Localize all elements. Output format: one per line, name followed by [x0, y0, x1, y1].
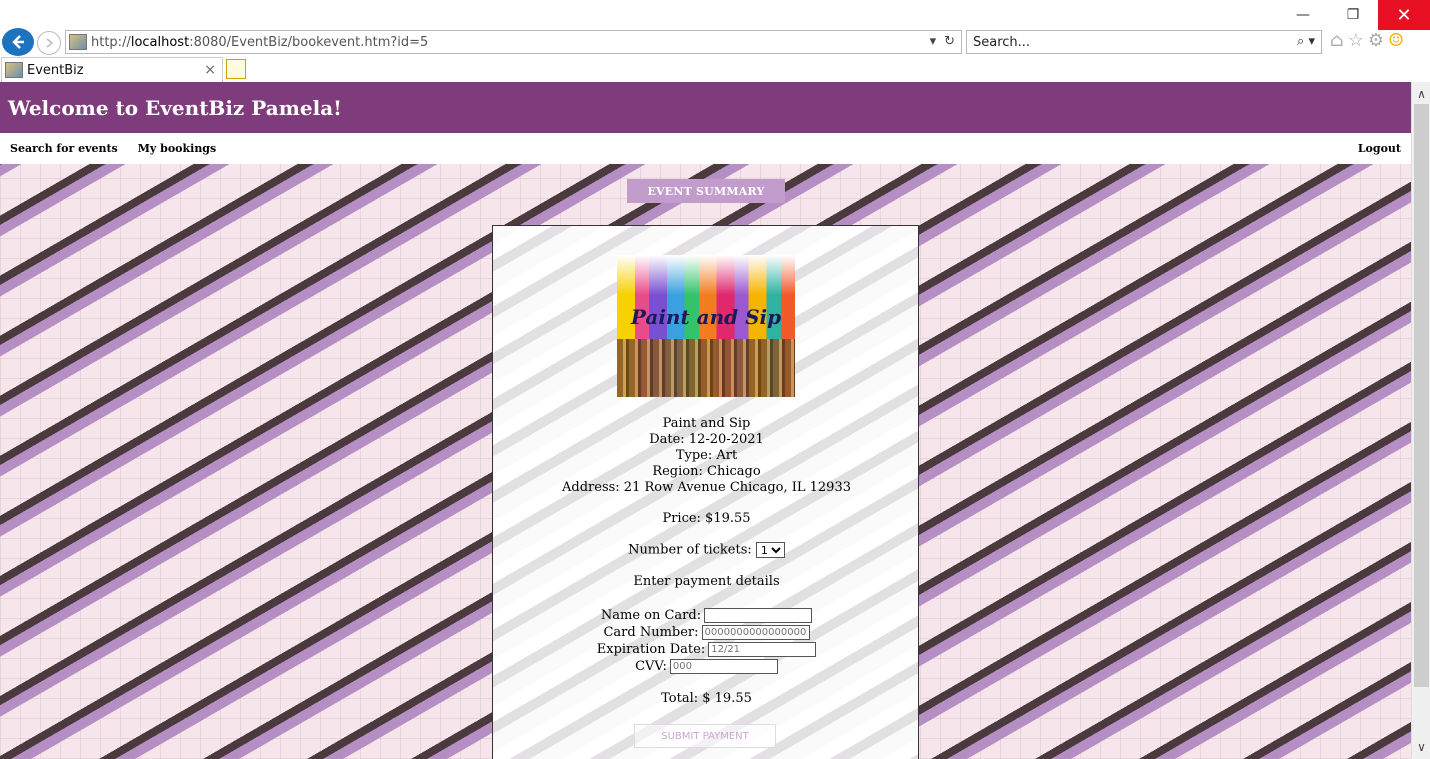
paint-brushes: [617, 339, 795, 397]
web-page: Welcome to EventBiz Pamela! Search for e…: [0, 82, 1411, 759]
feedback-smiley-icon[interactable]: ☺: [1388, 30, 1404, 51]
event-name: Paint and Sip: [662, 416, 751, 431]
scroll-up-icon[interactable]: ∧: [1412, 84, 1430, 104]
forward-button[interactable]: [37, 31, 61, 55]
payment-heading: Enter payment details: [633, 574, 780, 589]
site-header: Welcome to EventBiz Pamela!: [0, 82, 1411, 133]
image-fade: [617, 255, 795, 295]
tab-row: EventBiz ×: [0, 57, 1430, 82]
address-bar-controls: ▾ ↻: [930, 34, 955, 49]
favorites-star-icon[interactable]: ☆: [1348, 30, 1364, 51]
forward-arrow-icon: [46, 38, 54, 48]
window-controls: — ❐ ✕: [1278, 0, 1430, 30]
submit-payment-button[interactable]: SUBMIT PAYMENT: [634, 724, 776, 748]
name-label: Name on Card:: [600, 608, 702, 623]
card-number-input[interactable]: [701, 625, 810, 640]
tickets-row: Number of tickets: 1: [493, 542, 920, 558]
payment-form: Name on Card: Card Number: Expiration Da…: [493, 607, 920, 675]
search-placeholder: Search...: [973, 34, 1031, 50]
expiration-date-input[interactable]: [708, 642, 817, 657]
event-type: Type: Art: [675, 448, 738, 463]
browser-chrome: — ❐ ✕ http://localhost:8080/EventBiz/boo…: [0, 0, 1430, 82]
close-button[interactable]: ✕: [1378, 0, 1430, 30]
restore-button[interactable]: ❐: [1328, 0, 1378, 30]
nav-my-bookings-link[interactable]: My bookings: [138, 142, 216, 155]
event-address: Address: 21 Row Avenue Chicago, IL 12933: [562, 480, 851, 495]
tab-favicon-icon: [5, 62, 23, 78]
search-input[interactable]: Search... ⌕ ▾: [966, 30, 1322, 54]
event-summary-card: Paint and Sip Paint and Sip Date: 12-20-…: [492, 225, 919, 759]
back-arrow-icon: [12, 35, 24, 49]
site-favicon-icon: [69, 34, 87, 50]
cvv-row: CVV:: [493, 658, 920, 675]
scroll-thumb[interactable]: [1414, 104, 1429, 687]
address-bar[interactable]: http://localhost:8080/EventBiz/bookevent…: [65, 30, 962, 54]
total-amount: Total: $ 19.55: [661, 691, 752, 706]
nav-search-events-link[interactable]: Search for events: [10, 142, 118, 155]
name-row: Name on Card:: [493, 607, 920, 624]
event-image-caption: Paint and Sip: [630, 305, 782, 329]
name-on-card-input[interactable]: [704, 608, 813, 623]
cvv-label: CVV:: [635, 659, 667, 674]
page-scrollbar[interactable]: ∧ ∨: [1411, 82, 1430, 759]
card-row: Card Number:: [493, 624, 920, 641]
logout-link[interactable]: Logout: [1358, 142, 1401, 155]
url-text: http://localhost:8080/EventBiz/bookevent…: [91, 34, 429, 50]
tab-close-icon[interactable]: ×: [204, 62, 216, 78]
back-button[interactable]: [2, 28, 34, 56]
navigation-row: http://localhost:8080/EventBiz/bookevent…: [0, 28, 1430, 56]
expiration-row: Expiration Date:: [493, 641, 920, 658]
card-number-label: Card Number:: [603, 625, 699, 640]
minimize-button[interactable]: —: [1278, 0, 1328, 30]
tab-eventbiz[interactable]: EventBiz ×: [1, 57, 223, 82]
refresh-icon[interactable]: ↻: [944, 34, 955, 49]
page-title: Welcome to EventBiz Pamela!: [8, 95, 342, 120]
toolbar-icons: ⌂ ☆ ⚙ ☺: [1330, 30, 1404, 51]
event-date: Date: 12-20-2021: [649, 432, 764, 447]
tickets-select[interactable]: 1: [755, 542, 785, 558]
event-summary-tab: EVENT SUMMARY: [627, 179, 785, 203]
cvv-input[interactable]: [669, 659, 778, 674]
dropdown-arrow-icon[interactable]: ▾: [930, 34, 937, 49]
event-region: Region: Chicago: [652, 464, 761, 479]
search-icon[interactable]: ⌕ ▾: [1297, 34, 1315, 49]
home-icon[interactable]: ⌂: [1330, 30, 1344, 51]
new-tab-icon[interactable]: [226, 59, 246, 79]
content-area: EVENT SUMMARY Paint and Sip Paint and Si…: [0, 164, 1411, 759]
event-details: Paint and Sip Date: 12-20-2021 Type: Art…: [493, 416, 920, 496]
event-price: Price: $19.55: [662, 511, 751, 526]
expiration-label: Expiration Date:: [596, 642, 706, 657]
settings-gear-icon[interactable]: ⚙: [1368, 30, 1384, 51]
site-navbar: Search for events My bookings Logout: [0, 133, 1411, 164]
tab-title: EventBiz: [27, 62, 84, 78]
tickets-label: Number of tickets:: [628, 542, 752, 558]
event-image: Paint and Sip: [617, 255, 795, 397]
scroll-down-icon[interactable]: ∨: [1412, 737, 1430, 757]
